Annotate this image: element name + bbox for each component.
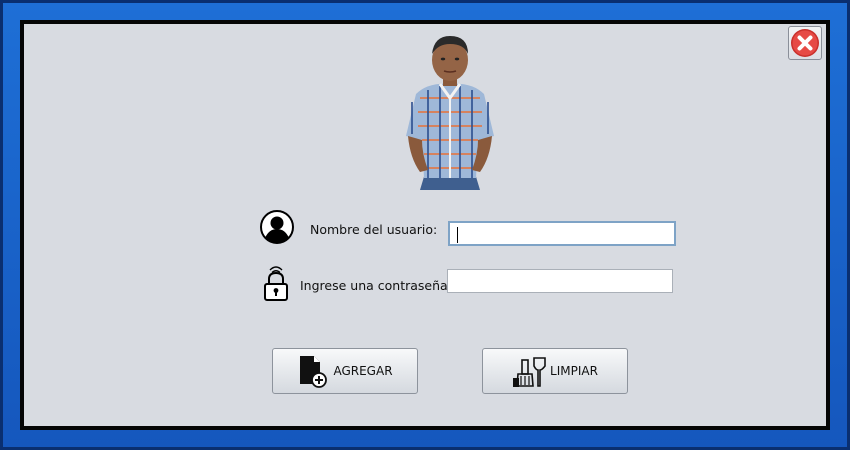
add-document-icon [300, 356, 328, 388]
password-label: Ingrese una contraseña: [300, 278, 452, 293]
add-button-label: AGREGAR [333, 364, 393, 378]
password-input[interactable] [447, 269, 673, 293]
close-icon [791, 29, 819, 57]
clean-tools-icon [513, 357, 546, 387]
close-button[interactable] [788, 26, 822, 60]
username-input[interactable] [448, 221, 676, 246]
add-button[interactable]: AGREGAR [272, 348, 418, 394]
user-silhouette-icon [260, 210, 294, 244]
user-photo [406, 36, 494, 190]
clear-button[interactable]: LIMPIAR [482, 348, 628, 394]
username-label: Nombre del usuario: [310, 222, 438, 237]
text-caret [457, 227, 458, 243]
padlock-icon [264, 266, 288, 301]
login-panel: Nombre del usuario: Ingrese una contrase… [20, 20, 830, 430]
clear-button-label: LIMPIAR [550, 364, 598, 378]
